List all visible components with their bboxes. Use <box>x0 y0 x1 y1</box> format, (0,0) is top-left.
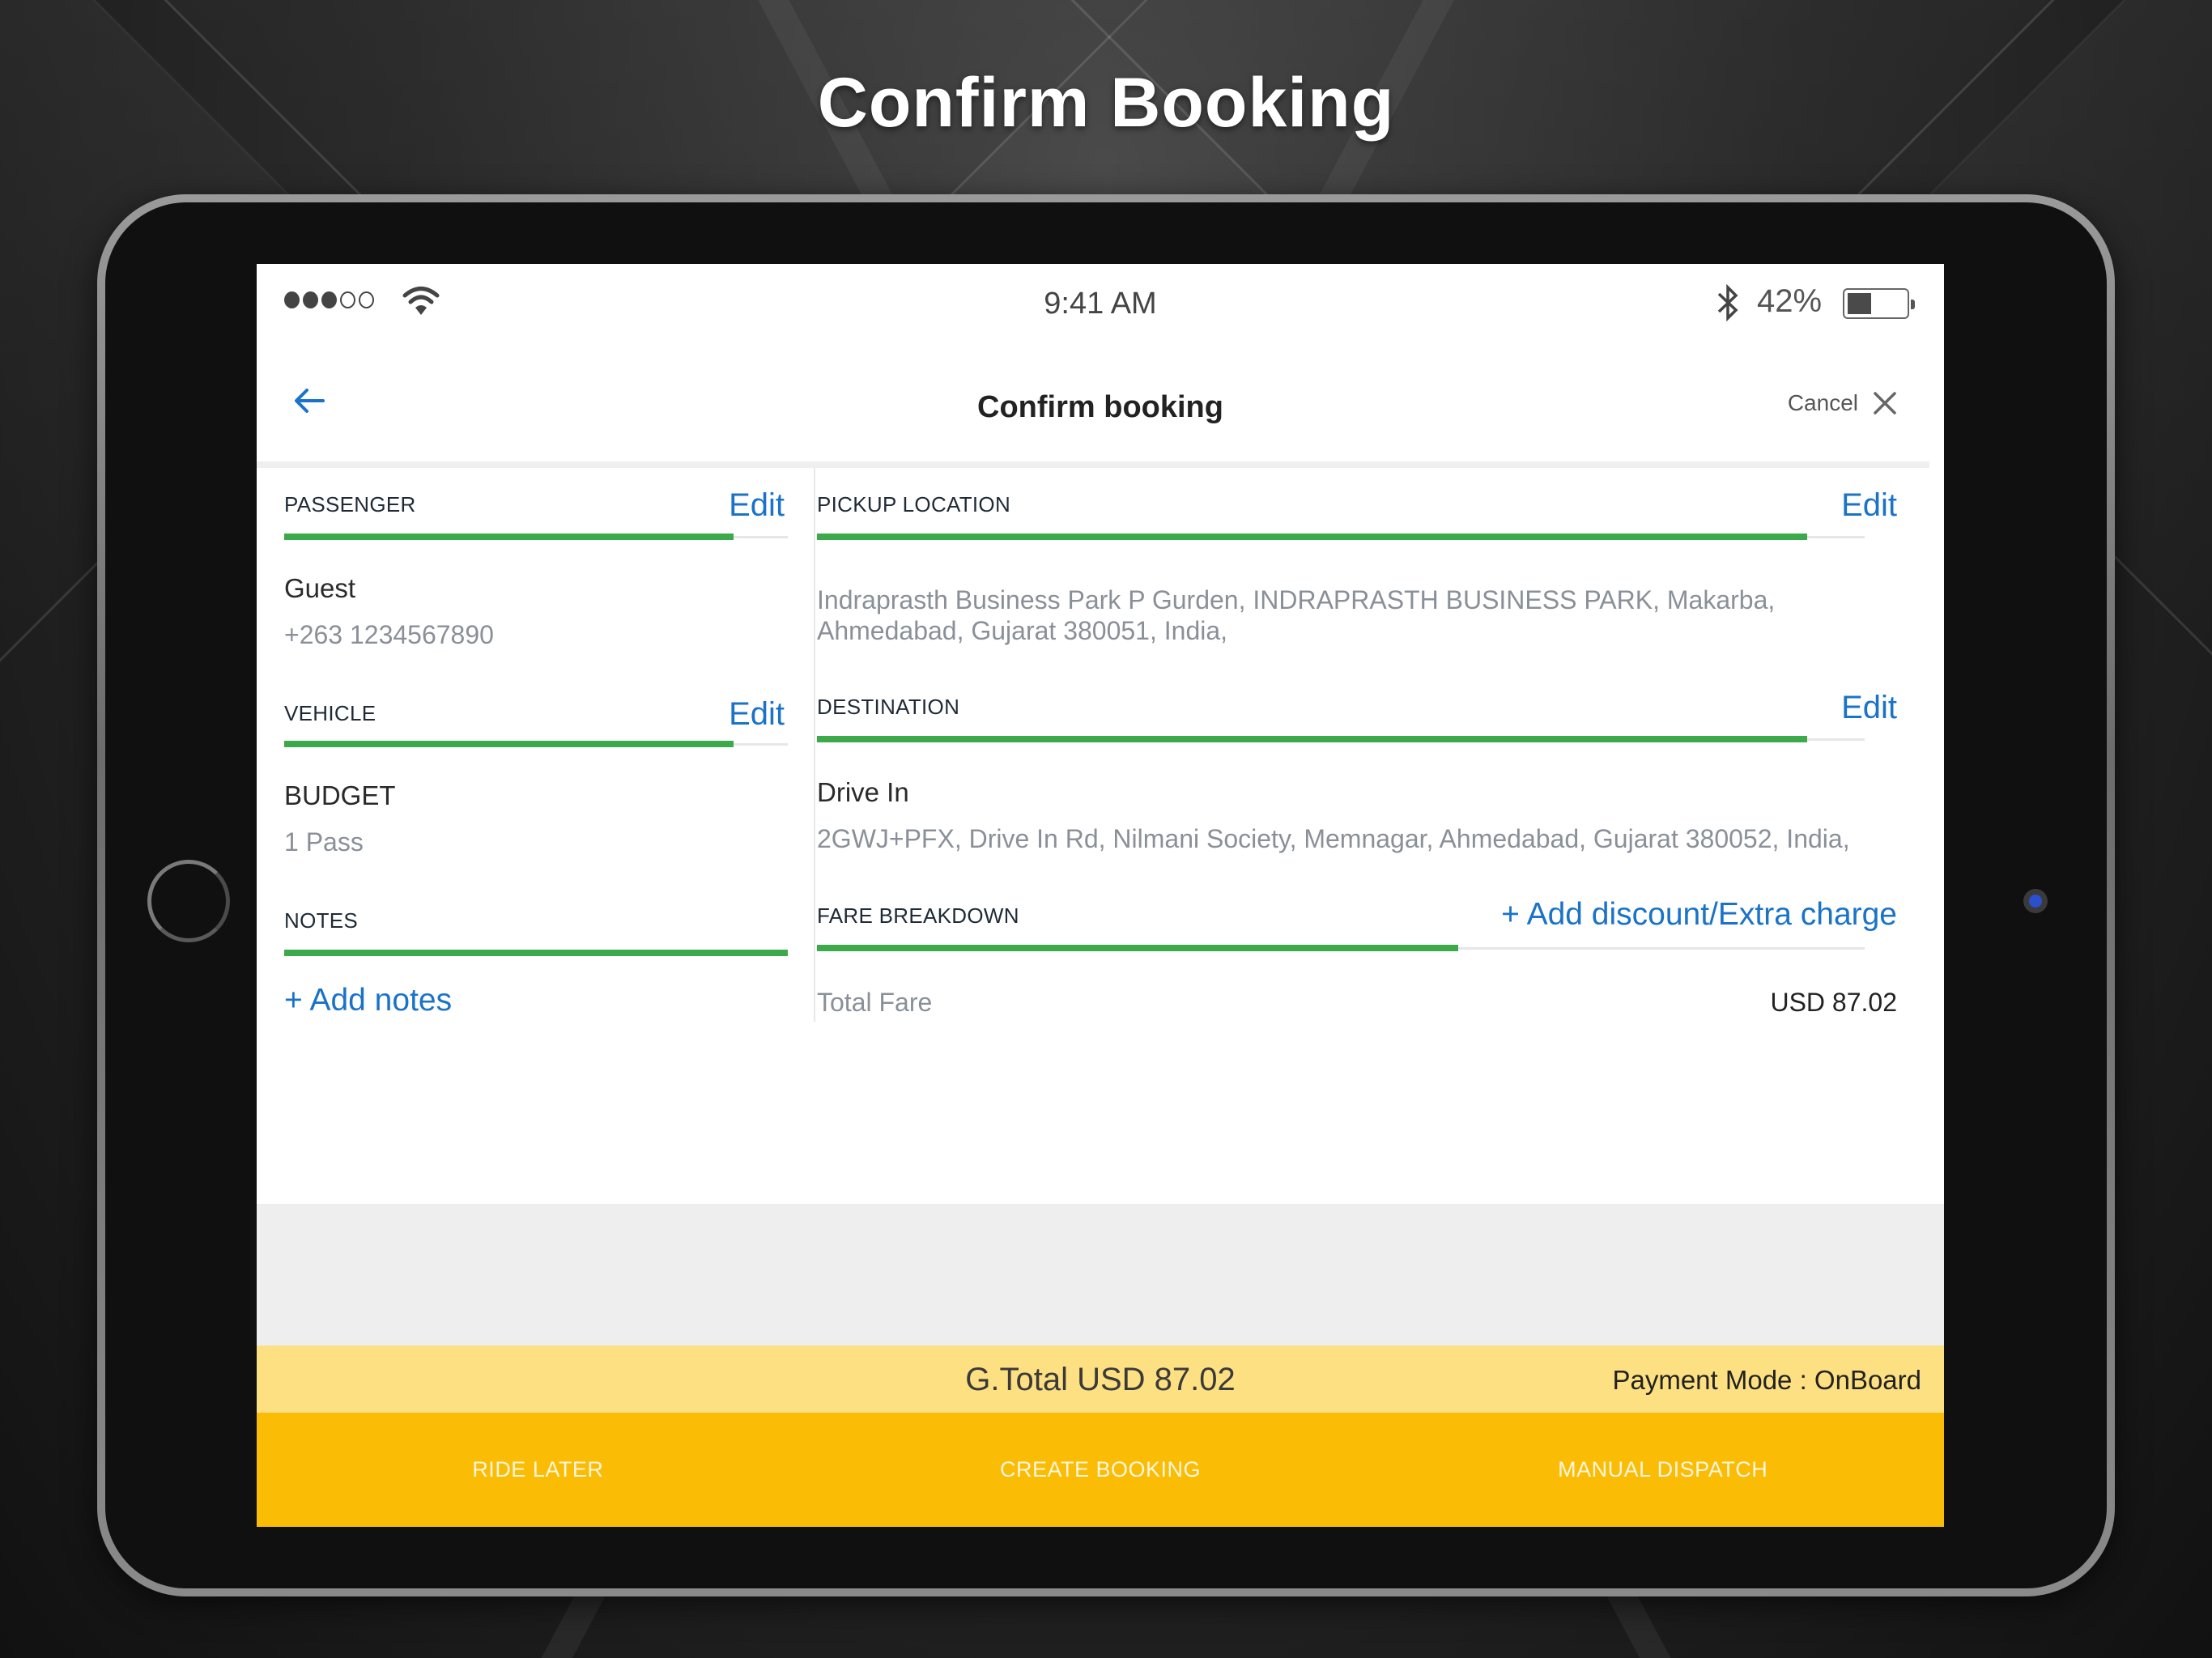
ride-later-button[interactable]: RIDE LATER <box>257 1413 819 1527</box>
booking-details-column: PASSENGER Edit Guest +263 1234567890 VEH… <box>257 468 815 1022</box>
fare-progress <box>817 945 1458 951</box>
page-title: Confirm booking <box>977 390 1223 424</box>
edit-passenger-button[interactable]: Edit <box>729 487 785 524</box>
battery-tip <box>1911 300 1915 309</box>
bluetooth-icon <box>1717 283 1738 322</box>
add-discount-button[interactable]: + Add discount/Extra charge <box>1501 897 1897 933</box>
notes-progress <box>284 950 788 956</box>
status-time: 9:41 AM <box>1044 287 1157 321</box>
cancel-button[interactable]: Cancel <box>1788 390 1897 416</box>
action-bar: RIDE LATER CREATE BOOKING MANUAL DISPATC… <box>257 1413 1944 1527</box>
destination-name: Drive In <box>817 777 909 807</box>
passenger-progress <box>284 534 734 540</box>
payment-mode: Payment Mode : OnBoard <box>1612 1365 1921 1395</box>
passenger-underline <box>284 534 788 540</box>
edit-destination-button[interactable]: Edit <box>1841 690 1897 726</box>
vehicle-type: BUDGET <box>284 780 396 810</box>
status-bar: 9:41 AM 42% <box>257 264 1944 345</box>
battery-icon <box>1843 288 1915 319</box>
vehicle-heading: VEHICLE <box>284 701 376 725</box>
pickup-progress <box>817 534 1807 540</box>
spacer-band <box>257 1204 1944 1346</box>
vehicle-progress <box>284 741 734 747</box>
destination-underline <box>817 736 1865 742</box>
pickup-address-line: Indraprasth Business Park P Gurden, INDR… <box>817 585 1776 614</box>
battery-percent: 42% <box>1757 283 1823 319</box>
trip-details-column: PICKUP LOCATION Edit Indraprasth Busines… <box>817 468 1944 1022</box>
add-notes-button[interactable]: + Add notes <box>284 983 452 1018</box>
battery-level <box>1848 293 1872 314</box>
promo-title: Confirm Booking <box>817 64 1395 142</box>
notes-heading: NOTES <box>284 908 359 933</box>
passenger-name: Guest <box>284 573 356 603</box>
home-button[interactable] <box>147 860 230 942</box>
pickup-address: Indraprasth Business Park P Gurden, INDR… <box>817 585 1775 646</box>
pickup-underline <box>817 534 1865 540</box>
pickup-heading: PICKUP LOCATION <box>817 492 1011 517</box>
vehicle-capacity: 1 Pass <box>284 827 364 857</box>
pickup-address-line: Ahmedabad, Gujarat 380051, India, <box>817 616 1228 645</box>
navigation-bar: Confirm booking Cancel <box>257 345 1944 461</box>
camera-icon <box>2023 889 2048 913</box>
header-divider <box>257 461 1929 468</box>
passenger-phone: +263 1234567890 <box>284 620 494 649</box>
edit-pickup-button[interactable]: Edit <box>1841 487 1897 524</box>
fare-breakdown-heading: FARE BREAKDOWN <box>817 903 1019 928</box>
notes-underline <box>284 950 788 956</box>
passenger-heading: PASSENGER <box>284 492 416 517</box>
fare-underline <box>817 945 1865 951</box>
edit-vehicle-button[interactable]: Edit <box>729 696 785 733</box>
destination-heading: DESTINATION <box>817 695 960 719</box>
manual-dispatch-button[interactable]: MANUAL DISPATCH <box>1381 1413 1944 1527</box>
app-screen: 9:41 AM 42% Confirm booking Cancel PASSE… <box>257 264 1944 1527</box>
destination-address: 2GWJ+PFX, Drive In Rd, Nilmani Society, … <box>817 824 1850 853</box>
create-booking-button[interactable]: CREATE BOOKING <box>819 1413 1382 1527</box>
destination-progress <box>817 736 1807 742</box>
total-fare-value: USD 87.02 <box>1770 988 1897 1017</box>
close-icon[interactable] <box>1873 391 1897 415</box>
summary-bar: G.Total USD 87.02 Payment Mode : OnBoard <box>257 1346 1944 1413</box>
vehicle-underline <box>284 741 788 747</box>
total-fare-label: Total Fare <box>817 988 933 1017</box>
cancel-label: Cancel <box>1787 390 1858 415</box>
